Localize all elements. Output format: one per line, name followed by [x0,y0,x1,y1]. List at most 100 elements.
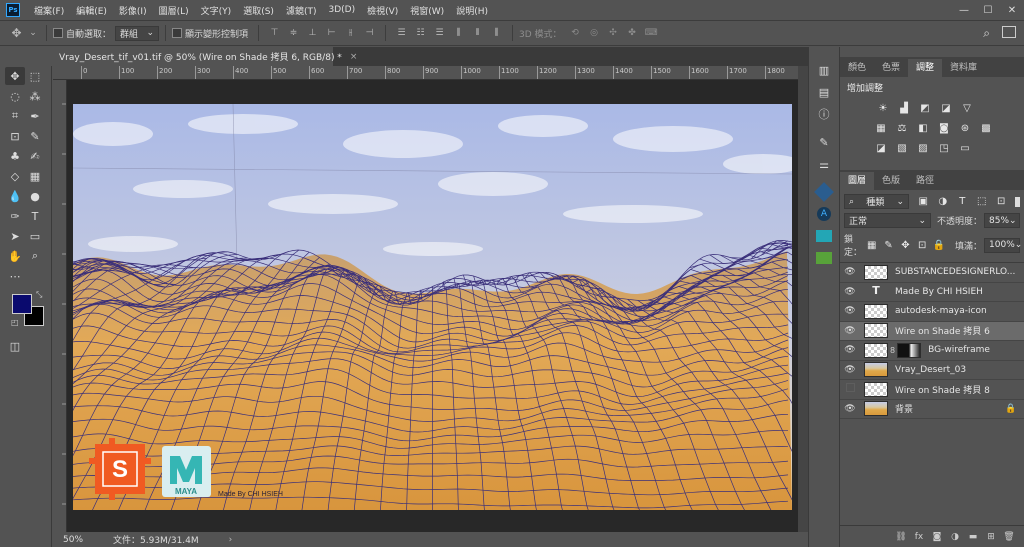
exposure-icon[interactable]: ◪ [937,101,955,115]
layer-row[interactable]: Wire on Shade 拷貝 8 [840,380,1024,400]
menu-3d[interactable]: 3D(D) [322,5,361,15]
document-canvas[interactable]: S MAYA Made By CHI HSIEH [73,104,792,510]
layer-row[interactable]: 👁 T Made By CHI HSIEH [840,283,1024,302]
autodesk-plugin-icon[interactable]: A [809,203,839,225]
foreground-color-swatch[interactable] [12,294,32,314]
eyedropper-tool-icon[interactable]: ✒ [25,107,45,125]
eye-icon[interactable]: 👁 [840,345,860,355]
trash-icon[interactable]: 🗑 [1000,532,1018,542]
zoom-level[interactable]: 50% [63,535,83,545]
photo-filter-icon[interactable]: ◙ [935,121,953,135]
menu-filter[interactable]: 濾鏡(T) [280,4,323,17]
align-bottom-icon[interactable]: ⊥ [306,27,319,39]
tab-libraries[interactable]: 資料庫 [942,59,985,77]
3d-orbit-icon[interactable]: ⟲ [569,27,582,39]
filter-type-icon[interactable]: T [954,195,971,209]
distribute-vcenter-icon[interactable]: ☷ [414,27,427,39]
menu-type[interactable]: 文字(Y) [195,4,238,17]
search-icon[interactable]: ⌕ [983,26,990,41]
align-hcenter-icon[interactable]: ⫲ [344,27,357,39]
magic-wand-tool-icon[interactable]: ⁂ [25,87,45,105]
eye-icon[interactable]: 👁 [840,326,860,336]
pen-tool-icon[interactable]: ✑ [5,207,25,225]
hue-saturation-icon[interactable]: ▦ [872,121,890,135]
minimize-button[interactable]: — [952,0,976,20]
eye-icon[interactable]: 👁 [840,267,860,277]
crop-tool-icon[interactable]: ⌗ [5,107,25,125]
lock-all-icon[interactable]: 🔒 [932,238,946,252]
show-transform-checkbox[interactable] [172,28,183,38]
new-layer-icon[interactable]: ⊞ [982,532,1000,542]
3d-panel-icon[interactable] [809,181,839,203]
color-lookup-icon[interactable]: ▩ [977,121,995,135]
tab-channels[interactable]: 色版 [874,172,908,190]
invert-icon[interactable]: ◪ [872,141,890,155]
menu-select[interactable]: 選取(S) [237,4,280,17]
brush-tool-icon[interactable]: ✎ [25,127,45,145]
menu-window[interactable]: 視窗(W) [404,4,450,17]
photoshop-logo-icon[interactable]: Ps [6,3,20,17]
tab-swatches[interactable]: 色票 [874,59,908,77]
maximize-button[interactable]: ☐ [976,0,1000,20]
filter-smart-object-icon[interactable]: ⊡ [993,195,1010,209]
healing-brush-tool-icon[interactable]: ⊡ [5,127,25,145]
align-top-icon[interactable]: ⊤ [268,27,281,39]
align-vcenter-icon[interactable]: ≑ [287,27,300,39]
3d-roll-icon[interactable]: ◎ [588,27,601,39]
blur-tool-icon[interactable]: 💧 [5,187,25,205]
ruler-horizontal[interactable]: 0 100 200 300 400 500 600 700 800 900 1000 1100 1200… [53,66,798,80]
layer-row[interactable]: 👁 8 BG-wireframe [840,341,1024,361]
marquee-tool-icon[interactable]: ⬚ [25,67,45,85]
eye-icon[interactable]: 👁 [840,404,860,414]
auto-select-checkbox[interactable] [53,28,63,38]
chevron-down-icon[interactable]: ⌄ [29,27,37,39]
file-info[interactable]: 文件：5.93M/31.4M [113,533,199,546]
opacity-field[interactable]: 85% ⌄ [984,213,1020,228]
lock-artboard-icon[interactable]: ⊡ [915,238,929,252]
posterize-icon[interactable]: ▧ [893,141,911,155]
menu-view[interactable]: 檢視(V) [361,4,404,17]
layer-row[interactable]: 👁 SUBSTANCEDESIGNERLO... [840,263,1024,283]
close-window-button[interactable]: ✕ [1000,0,1024,20]
selective-color-icon[interactable]: ◳ [935,141,953,155]
auto-select-dropdown[interactable]: 群組 ⌄ [115,25,160,41]
channel-mixer-icon[interactable]: ⊛ [956,121,974,135]
layer-row[interactable]: 👁 Wire on Shade 拷貝 6 [840,321,1024,341]
plugin-green-icon[interactable] [809,247,839,269]
filter-shape-icon[interactable]: ⬚ [974,195,991,209]
move-tool-preset-icon[interactable]: ✥ [10,27,23,39]
layer-row[interactable]: 👁 Vray_Desert_03 [840,361,1024,380]
eraser-tool-icon[interactable]: ◇ [5,167,25,185]
3d-scale-icon[interactable]: ⌨ [645,27,658,39]
3d-slide-icon[interactable]: ✤ [626,27,639,39]
link-layers-icon[interactable]: ⛓ [892,532,910,542]
color-balance-icon[interactable]: ⚖ [893,121,911,135]
hand-tool-icon[interactable]: ✋ [5,247,25,265]
layer-row[interactable]: 👁 背景 🔒 [840,400,1024,419]
eye-icon[interactable]: 👁 [840,365,860,375]
menu-layer[interactable]: 圖層(L) [153,4,195,17]
menu-image[interactable]: 影像(I) [113,4,153,17]
layer-style-icon[interactable]: fx [910,532,928,542]
workspace-icon[interactable] [1002,26,1016,38]
distribute-bottom-icon[interactable]: ☰ [433,27,446,39]
status-arrow-icon[interactable]: › [229,535,233,545]
black-white-icon[interactable]: ◧ [914,121,932,135]
brightness-contrast-icon[interactable]: ☀ [874,101,892,115]
vibrance-icon[interactable]: ▽ [958,101,976,115]
filter-toggle-icon[interactable] [1014,196,1020,207]
history-brush-tool-icon[interactable]: ✍ [25,147,45,165]
lock-position-icon[interactable]: ✥ [898,238,912,252]
path-selection-tool-icon[interactable]: ➤ [5,227,25,245]
more-tools-icon[interactable]: ⋯ [5,267,25,285]
quick-mask-icon[interactable]: ◫ [5,337,25,355]
document-tab[interactable]: Vray_Desert_tif_v01.tif @ 50% (Wire on S… [53,47,357,66]
lock-pixels-icon[interactable]: ✎ [882,238,896,252]
layer-mask-thumbnail[interactable] [897,342,922,358]
blend-mode-dropdown[interactable]: 正常 ⌄ [844,213,931,228]
default-colors-icon[interactable]: ◰ [11,318,19,327]
mask-link-icon[interactable]: 8 [890,346,895,355]
clone-stamp-tool-icon[interactable]: ♣ [5,147,25,165]
levels-icon[interactable]: ▟ [895,101,913,115]
eye-icon[interactable]: 👁 [840,287,860,297]
